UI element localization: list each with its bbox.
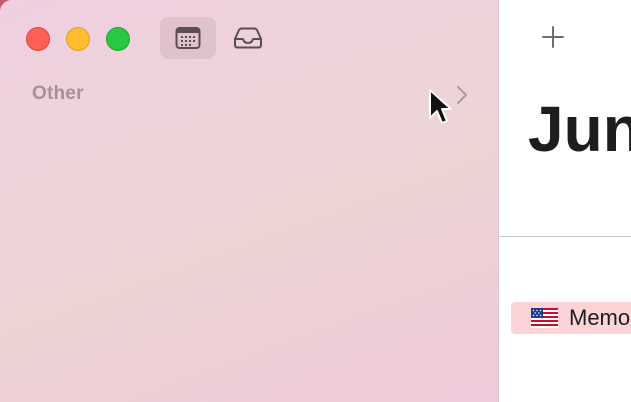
calendar-icon — [175, 27, 201, 49]
sidebar-section-other[interactable]: Other — [32, 83, 84, 105]
inbox-icon — [234, 27, 262, 49]
event-label: Memo — [569, 305, 631, 330]
main-content: Jun Memo — [500, 0, 631, 402]
calendar-view-button[interactable] — [160, 17, 216, 59]
inbox-button[interactable] — [220, 17, 276, 59]
app-window: Other Jun Memo — [0, 0, 631, 402]
divider — [500, 236, 631, 237]
mouse-cursor-icon — [429, 89, 452, 124]
zoom-window-button[interactable] — [106, 27, 130, 51]
close-window-button[interactable] — [26, 27, 50, 51]
event-item[interactable]: Memo — [511, 302, 631, 334]
minimize-window-button[interactable] — [66, 27, 90, 51]
month-title: Jun — [528, 93, 631, 165]
sidebar: Other — [0, 0, 499, 402]
plus-icon[interactable] — [540, 24, 566, 50]
chevron-right-icon[interactable] — [455, 84, 469, 106]
us-flag-icon — [531, 308, 558, 328]
